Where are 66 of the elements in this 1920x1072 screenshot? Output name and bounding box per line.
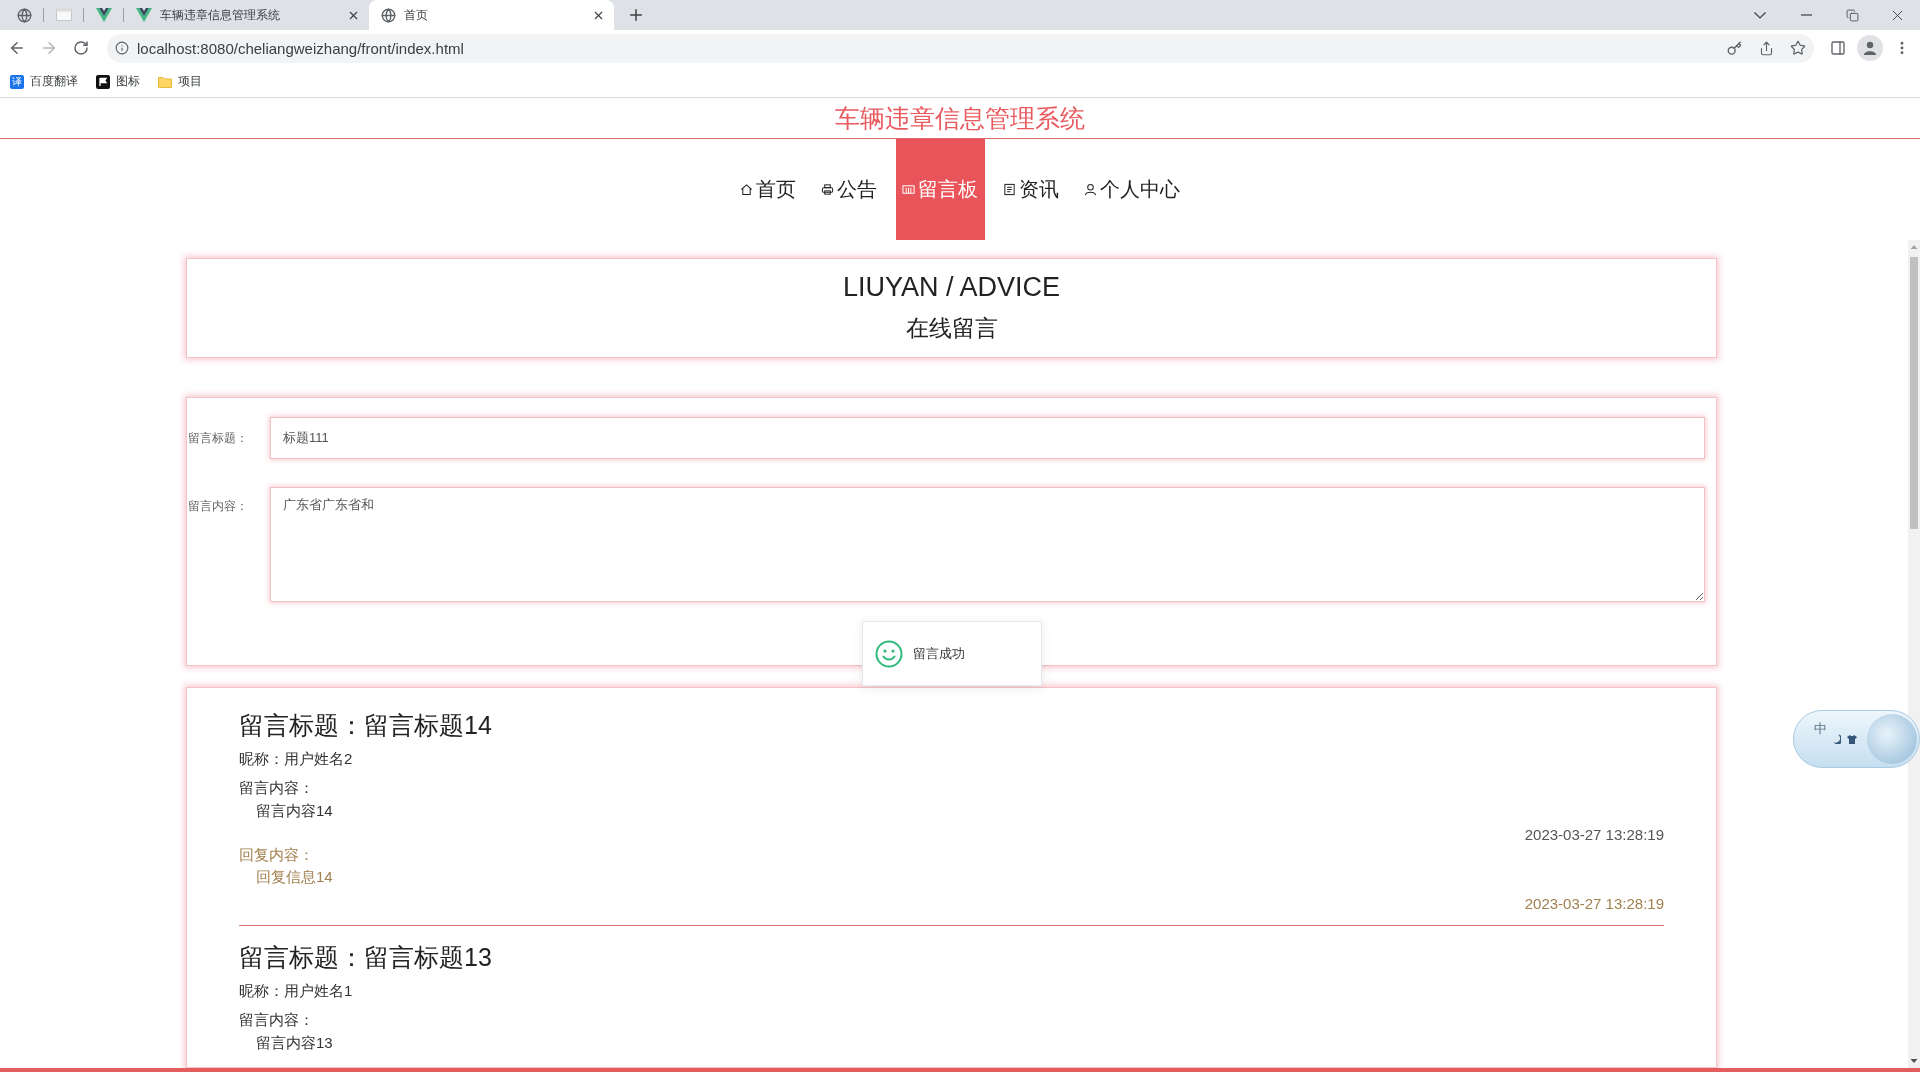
nav-item[interactable]: 首页 bbox=[733, 139, 803, 240]
round-picture-placeholder bbox=[1867, 714, 1917, 764]
banner-title: LIUYAN / ADVICE bbox=[842, 271, 1061, 304]
message-content: 留言内容14 bbox=[256, 801, 333, 821]
reply-label: 回复内容： bbox=[239, 845, 314, 865]
nav-item[interactable]: 资讯 bbox=[996, 139, 1066, 240]
folder-icon bbox=[158, 75, 172, 88]
side-panel-icon bbox=[1830, 40, 1846, 56]
message-title: 留言标题：留言标题13 bbox=[239, 942, 492, 973]
v-logo-icon bbox=[96, 8, 112, 22]
shirt-icon bbox=[1847, 734, 1857, 744]
document-icon bbox=[1002, 183, 1016, 196]
bookmark-item[interactable]: 译 百度翻译 bbox=[4, 69, 84, 94]
browser-tab[interactable]: 首页 bbox=[369, 0, 614, 30]
title-input[interactable]: 标题111 bbox=[270, 417, 1705, 459]
flag-icon bbox=[96, 74, 110, 89]
house-icon bbox=[739, 183, 753, 196]
person-icon bbox=[1083, 183, 1097, 196]
browser-tab[interactable]: 车辆违章信息管理系统 bbox=[124, 0, 369, 30]
banner-subtitle: 在线留言 bbox=[905, 314, 998, 343]
globe-icon bbox=[381, 7, 396, 23]
bookmark-item[interactable]: 图标 bbox=[90, 69, 146, 94]
globe-icon bbox=[16, 7, 32, 23]
reply-time: 2023-03-27 13:28:19 bbox=[1524, 894, 1664, 914]
scrollbar[interactable] bbox=[1908, 240, 1920, 1068]
key-icon bbox=[1726, 40, 1742, 56]
person-icon bbox=[1862, 40, 1878, 56]
input-mode-label: 中 bbox=[1814, 720, 1827, 738]
field-label: 留言内容： bbox=[188, 498, 249, 515]
field-label: 留言标题： bbox=[188, 430, 249, 447]
bookmark-item[interactable]: 项目 bbox=[152, 69, 208, 94]
scrollbar-thumb[interactable] bbox=[1910, 257, 1918, 529]
reply-content: 回复信息14 bbox=[256, 867, 333, 887]
forward-arrow-icon bbox=[40, 39, 58, 57]
moon-icon bbox=[1833, 734, 1841, 744]
chevron-down-icon bbox=[1754, 11, 1766, 19]
star-icon bbox=[1790, 40, 1806, 56]
input-method-bar[interactable]: 中 bbox=[1793, 710, 1920, 768]
share-icon bbox=[1758, 40, 1774, 56]
message-title: 留言标题：留言标题14 bbox=[239, 710, 492, 741]
content-label: 留言内容： bbox=[239, 778, 314, 798]
columns-icon bbox=[901, 183, 915, 196]
info-icon bbox=[115, 41, 129, 55]
reload-icon bbox=[73, 40, 89, 56]
toast-text: 留言成功 bbox=[913, 644, 965, 663]
smiley-icon bbox=[875, 639, 903, 668]
nav-item[interactable]: 公告 bbox=[814, 139, 884, 240]
message-time: 2023-03-27 13:28:19 bbox=[1524, 825, 1664, 845]
v-logo-icon bbox=[136, 8, 152, 22]
content-textarea[interactable]: 广东省广东省和 bbox=[270, 487, 1705, 602]
minimize-icon bbox=[1800, 14, 1812, 16]
nav-item[interactable]: 个人中心 bbox=[1077, 139, 1187, 240]
site-title: 车辆违章信息管理系统 bbox=[835, 103, 1085, 134]
plus-icon bbox=[627, 6, 645, 24]
nickname-text: 昵称：用户姓名1 bbox=[239, 981, 353, 1001]
translate-badge: 译 bbox=[10, 74, 24, 89]
profile-button[interactable] bbox=[1857, 35, 1883, 61]
content-label: 留言内容： bbox=[239, 1010, 314, 1030]
nav-item[interactable]: 留言板 bbox=[895, 139, 985, 240]
message-content: 留言内容13 bbox=[256, 1033, 333, 1053]
restore-icon bbox=[1845, 8, 1859, 22]
blank-page-icon bbox=[56, 9, 72, 21]
nickname-text: 昵称：用户姓名2 bbox=[239, 749, 353, 769]
url-text: localhost:8080/cheliangweizhang/front/index.html bbox=[137, 39, 465, 57]
address-bar[interactable]: localhost:8080/cheliangweizhang/front/index.html bbox=[107, 33, 1814, 63]
printer-icon bbox=[820, 183, 834, 196]
